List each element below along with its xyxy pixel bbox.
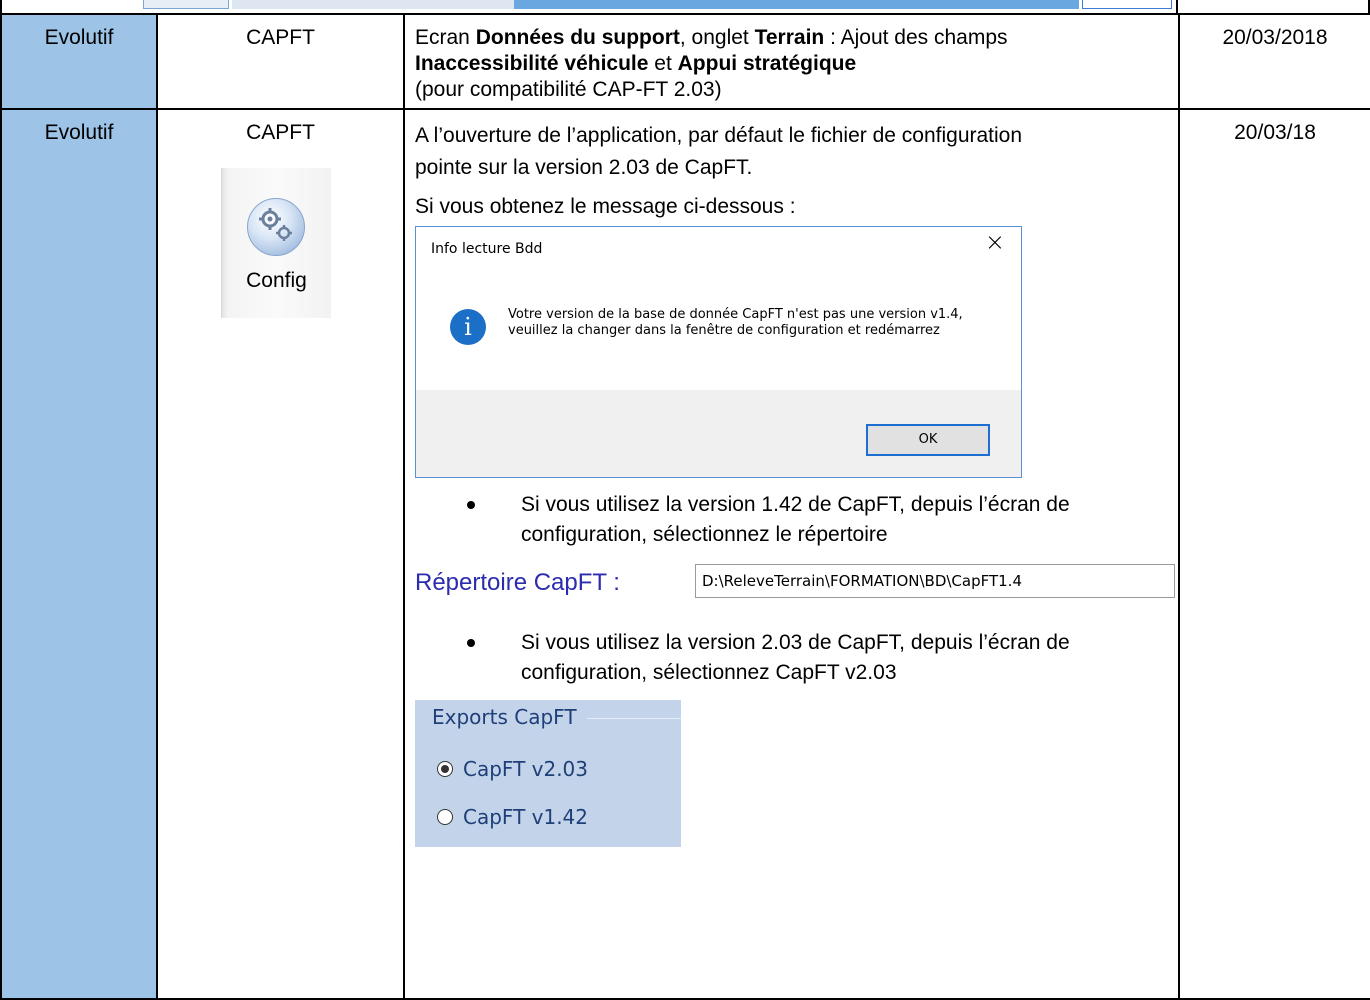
ok-button[interactable]: OK bbox=[866, 424, 990, 456]
table-row: Evolutif CAPFT Config A l’ouverture de l… bbox=[0, 108, 1370, 1000]
list-item: Si vous utilisez la version 1.42 de CapF… bbox=[415, 490, 1168, 550]
radio-unselected-icon[interactable] bbox=[437, 808, 453, 825]
table-row: Evolutif CAPFT Ecran Données du support,… bbox=[0, 13, 1370, 110]
cropped-top-fragment bbox=[0, 0, 1370, 14]
radio-capft-v2-03[interactable]: CapFT v2.03 bbox=[437, 756, 588, 782]
bullet-list: Si vous utilisez la version 1.42 de CapF… bbox=[415, 490, 1168, 550]
repertoire-row: Répertoire CapFT : D:\ReleveTerrain\FORM… bbox=[415, 562, 1175, 612]
type-cell: Evolutif bbox=[0, 13, 158, 110]
close-icon[interactable]: × bbox=[985, 229, 1005, 255]
intro-text: A l’ouverture de l’application, par défa… bbox=[415, 124, 1023, 179]
dialog-message: Votre version de la base de donnée CapFT… bbox=[508, 307, 963, 338]
bullet-icon bbox=[467, 501, 475, 509]
repertoire-label: Répertoire CapFT : bbox=[415, 569, 620, 596]
config-button-label: Config bbox=[246, 269, 307, 292]
gears-icon bbox=[247, 198, 305, 256]
bullet-list: Si vous utilisez la version 2.03 de CapF… bbox=[415, 628, 1168, 688]
info-icon: i bbox=[450, 309, 486, 345]
message-intro-text: Si vous obtenez le message ci-dessous : bbox=[415, 195, 796, 218]
info-dialog: Info lecture Bdd × i Votre version de la… bbox=[415, 226, 1022, 478]
type-cell: Evolutif bbox=[0, 108, 158, 1000]
repertoire-input[interactable]: D:\ReleveTerrain\FORMATION\BD\CapFT1.4 bbox=[695, 564, 1175, 598]
description-cell: A l’ouverture de l’application, par défa… bbox=[403, 108, 1180, 1000]
list-item: Si vous utilisez la version 2.03 de CapF… bbox=[415, 628, 1168, 688]
app-cell: CAPFT bbox=[156, 13, 405, 110]
changelog-table: Evolutif CAPFT Ecran Données du support,… bbox=[0, 13, 1370, 1000]
config-button[interactable]: Config bbox=[221, 168, 331, 318]
date-cell: 20/03/18 bbox=[1178, 108, 1370, 1000]
app-cell: CAPFT bbox=[156, 108, 405, 1000]
exports-capft-group: Exports CapFT CapFT v2.03 CapFT v1.42 bbox=[415, 700, 681, 847]
radio-capft-v1-42[interactable]: CapFT v1.42 bbox=[437, 804, 588, 830]
radio-selected-icon[interactable] bbox=[437, 760, 453, 777]
date-cell: 20/03/2018 bbox=[1178, 13, 1370, 110]
bullet-icon bbox=[467, 639, 475, 647]
exports-group-legend: Exports CapFT bbox=[432, 705, 577, 729]
dialog-footer: OK bbox=[416, 390, 1021, 477]
description-cell: Ecran Données du support, onglet Terrain… bbox=[403, 13, 1180, 110]
dialog-title: Info lecture Bdd bbox=[431, 241, 543, 257]
